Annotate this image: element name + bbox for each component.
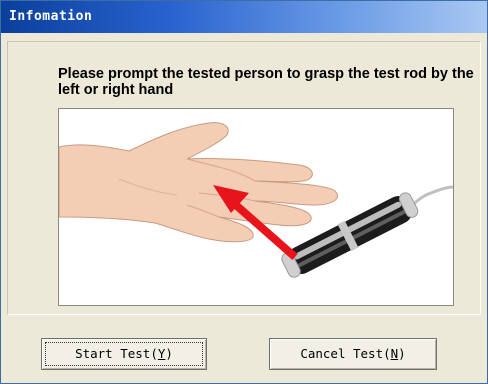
instruction-image [58,108,454,306]
information-dialog: Infomation Please prompt the tested pers… [0,0,488,384]
start-test-label: Start Test( [75,346,158,361]
start-test-suffix: ) [165,346,173,361]
window-title: Infomation [9,9,93,24]
cancel-test-button[interactable]: Cancel Test(N) [269,338,437,370]
instruction-panel: Please prompt the tested person to grasp… [7,41,481,315]
dialog-client-area: Please prompt the tested person to grasp… [7,41,481,377]
cancel-test-suffix: ) [398,346,406,361]
hand-and-test-rod-illustration [59,122,453,278]
cancel-test-label: Cancel Test( [300,346,391,361]
start-test-button[interactable]: Start Test(Y) [41,338,207,370]
title-bar[interactable]: Infomation [1,1,487,33]
instruction-text: Please prompt the tested person to grasp… [58,66,474,98]
hand-illustration [59,122,338,243]
